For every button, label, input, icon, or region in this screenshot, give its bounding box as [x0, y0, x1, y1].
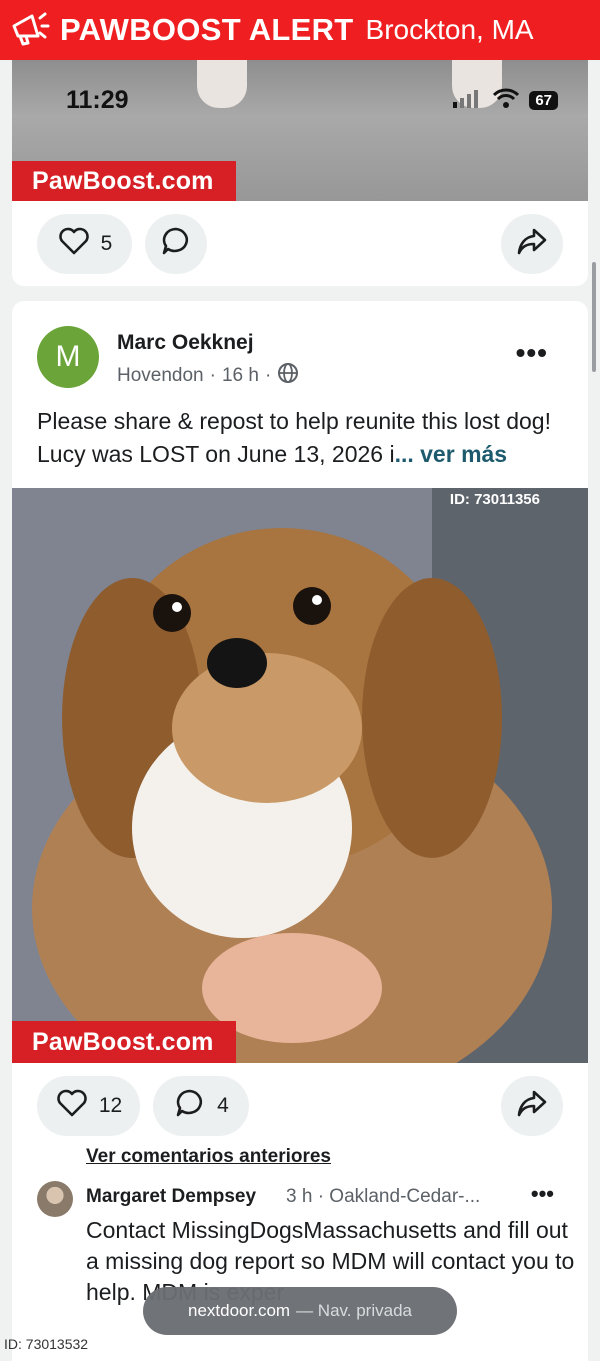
scrollbar[interactable]	[592, 262, 596, 372]
comment-more-options-icon[interactable]: •••	[531, 1181, 554, 1207]
comment-button[interactable]: 4	[153, 1076, 249, 1136]
pawboost-alert-banner: PAWBOOST ALERT Brockton, MA	[0, 0, 600, 60]
lost-dog-photo[interactable]: ID: 73011356 PawBoost.com	[12, 488, 588, 1063]
share-button[interactable]	[501, 214, 563, 274]
comment-icon	[159, 224, 193, 264]
post-neighborhood[interactable]: Hovendon	[117, 365, 204, 387]
previous-comments-link[interactable]: Ver comentarios anteriores	[86, 1146, 331, 1168]
see-more-link[interactable]: ... ver más	[395, 441, 508, 467]
megaphone-icon	[8, 6, 52, 55]
post-age: 16 h	[221, 365, 259, 386]
heart-icon	[57, 224, 91, 264]
comment-button[interactable]	[145, 214, 207, 274]
dog-illustration	[12, 488, 588, 1063]
pawboost-watermark: PawBoost.com	[12, 161, 236, 201]
banner-city: Brockton, MA	[365, 14, 534, 45]
share-arrow-icon	[515, 224, 549, 264]
post-card: M Marc Oekknej Hovendon · 16 h · ••• Ple…	[12, 301, 588, 1361]
author-avatar[interactable]: M	[37, 326, 99, 388]
share-button[interactable]	[501, 1076, 563, 1136]
toast-mode: — Nav. privada	[296, 1301, 412, 1320]
like-count: 5	[100, 232, 113, 255]
battery-icon: 67	[529, 91, 558, 110]
post-text: Please share & repost to help reunite th…	[37, 405, 567, 471]
like-button[interactable]: 12	[37, 1076, 140, 1136]
wifi-icon	[493, 88, 520, 113]
post-meta: Hovendon · 16 h ·	[117, 362, 299, 390]
footer-id: ID: 73013532	[4, 1336, 89, 1352]
like-button[interactable]: 5	[37, 214, 132, 274]
status-time: 11:29	[66, 86, 129, 114]
comment-count: 4	[217, 1094, 229, 1117]
heart-icon	[55, 1086, 89, 1126]
share-arrow-icon	[515, 1086, 549, 1126]
comment-meta: 3 h · Oakland-Cedar-...	[286, 1186, 481, 1207]
comment-icon	[173, 1086, 207, 1126]
globe-icon	[277, 362, 299, 390]
signal-icon	[453, 88, 483, 113]
comment-author[interactable]: Margaret Dempsey	[86, 1186, 256, 1208]
photo-id-label: ID: 73011356	[449, 491, 540, 508]
pawboost-watermark: PawBoost.com	[12, 1021, 236, 1063]
private-browsing-toast: nextdoor.com — Nav. privada	[143, 1287, 457, 1335]
status-bar: 11:29 67	[12, 60, 588, 120]
post-more-options-icon[interactable]: •••	[516, 337, 548, 369]
banner-brand: PAWBOOST ALERT	[60, 12, 354, 47]
post-author[interactable]: Marc Oekknej	[117, 331, 254, 355]
toast-site: nextdoor.com	[188, 1301, 291, 1320]
commenter-avatar[interactable]	[37, 1181, 73, 1217]
like-count: 12	[98, 1094, 123, 1117]
